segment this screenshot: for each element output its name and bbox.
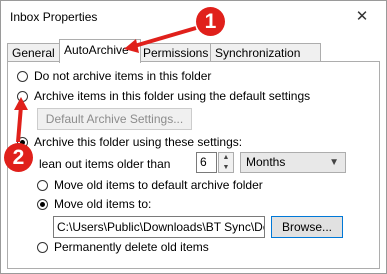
annotation-arrows — [14, 26, 197, 143]
step-2-marker: 2 — [4, 143, 33, 172]
arrow-1-head — [124, 39, 139, 53]
arrow-1-line — [130, 26, 197, 49]
arrow-2-head — [14, 97, 28, 110]
arrow-2-line — [16, 105, 23, 143]
step-1-marker: 1 — [196, 7, 225, 36]
